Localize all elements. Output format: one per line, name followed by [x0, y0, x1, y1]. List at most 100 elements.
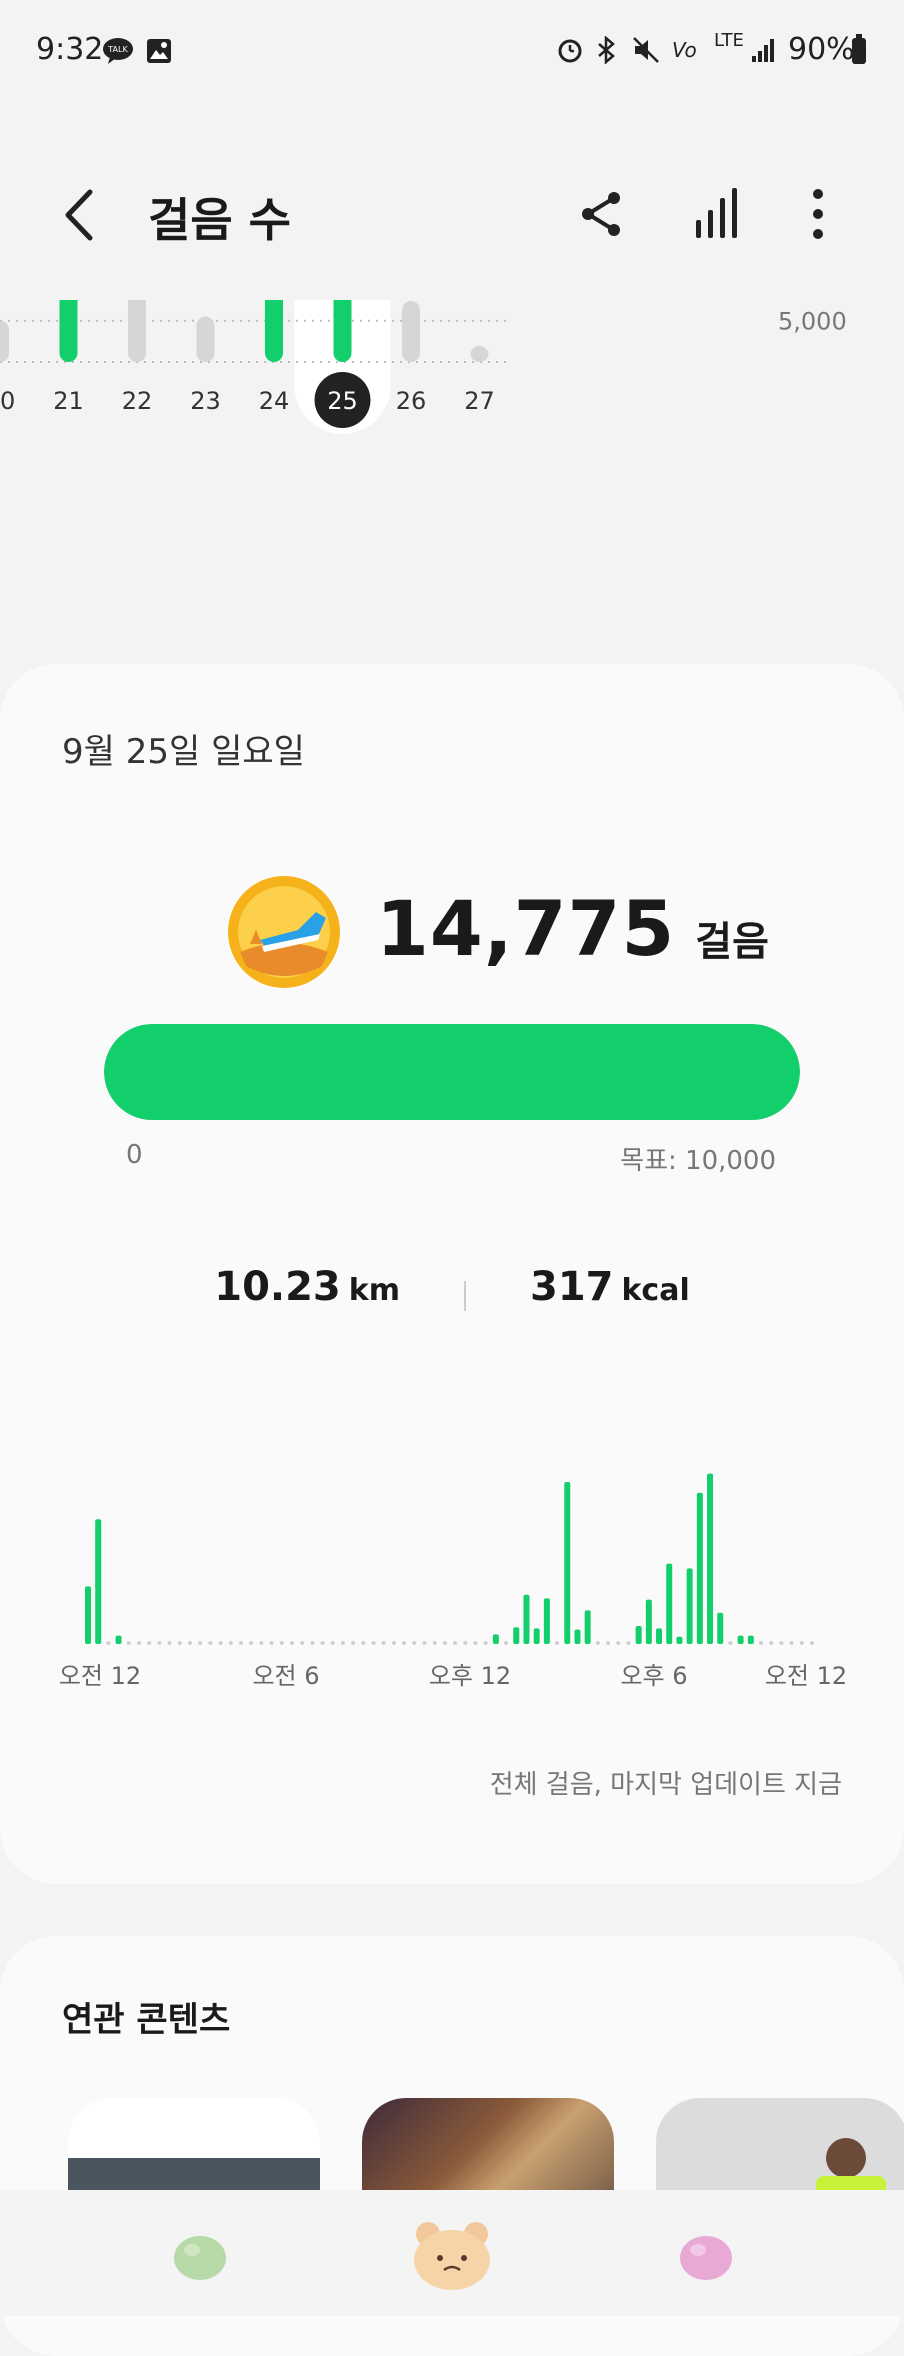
hour-bar	[543, 1598, 550, 1644]
hour-dot	[453, 1641, 458, 1645]
hour-dot	[483, 1641, 488, 1645]
hour-dot	[300, 1641, 305, 1645]
steps-count: 14,775	[376, 884, 676, 973]
battery-icon	[852, 34, 866, 64]
day-bar-22	[128, 300, 146, 362]
day-bar-25	[333, 300, 352, 362]
alarm-icon	[558, 39, 582, 63]
goal-progress-fill	[104, 1024, 800, 1120]
steps-unit: 걸음	[695, 919, 769, 965]
hour-dot	[432, 1641, 437, 1645]
hour-bar	[747, 1635, 754, 1644]
day-label-26: 26	[396, 387, 427, 415]
battery-percent: 90%	[788, 32, 855, 67]
hour-bar	[676, 1636, 683, 1644]
day-label-23: 23	[190, 387, 221, 415]
hour-dot	[595, 1641, 600, 1645]
hour-bar	[707, 1473, 714, 1644]
hour-dot	[361, 1641, 366, 1645]
hour-dot	[340, 1641, 345, 1645]
bar-stats-icon[interactable]	[690, 186, 746, 242]
green-bean-icon[interactable]	[170, 2226, 230, 2286]
metrics-row: 10.23 km 317 kcal	[0, 1264, 904, 1311]
hour-bar	[656, 1628, 663, 1644]
metrics-divider	[463, 1280, 466, 1311]
date-label: 9월 25일 일요일	[62, 732, 305, 772]
day-label-21: 21	[53, 387, 84, 415]
hour-tick-label: 오전 12	[59, 1662, 141, 1690]
day-bar-20	[0, 320, 9, 362]
day-bar-26	[402, 300, 420, 362]
hourly-steps-chart[interactable]: 오전 12 오전 6 오후 12 오후 6 오전 12	[0, 1444, 904, 1704]
hour-bar	[85, 1586, 91, 1644]
weekly-steps-chart[interactable]: 202122232425262710,0005,000	[0, 300, 904, 660]
update-note: 전체 걸음, 마지막 업데이트 지금	[489, 1770, 842, 1800]
hour-dot	[799, 1641, 804, 1645]
hour-dot	[810, 1641, 814, 1645]
pink-bean-icon[interactable]	[676, 2226, 736, 2286]
hour-tick-label: 오후 6	[620, 1662, 687, 1690]
day-label-27: 27	[464, 387, 495, 415]
hour-dot	[442, 1641, 447, 1645]
hour-dot	[504, 1641, 509, 1645]
hour-bar	[574, 1629, 581, 1644]
hour-dot	[391, 1641, 396, 1645]
hour-bar	[523, 1594, 530, 1644]
goal-progress-bar	[104, 1024, 800, 1120]
hour-dot	[136, 1641, 141, 1645]
page-title: 걸음 수	[148, 193, 291, 247]
day-label-25: 25	[327, 387, 358, 415]
more-vertical-icon[interactable]	[792, 186, 848, 242]
hour-bar	[686, 1568, 693, 1644]
hour-dot	[167, 1641, 172, 1645]
sneaker-medal-icon	[228, 876, 340, 988]
hour-bar	[737, 1635, 744, 1644]
hour-dot	[351, 1641, 356, 1645]
hour-bar	[645, 1599, 652, 1644]
person-figure	[826, 2138, 866, 2178]
ytick-5000: 5,000	[778, 308, 847, 336]
day-bar-23	[196, 316, 215, 362]
hour-dot	[259, 1641, 264, 1645]
bear-icon[interactable]	[412, 2218, 492, 2292]
hour-dot	[422, 1641, 427, 1645]
lte-icon: LTE	[714, 30, 744, 51]
share-icon[interactable]	[574, 186, 630, 242]
hour-dot	[779, 1641, 784, 1645]
hour-dot	[157, 1641, 162, 1645]
hour-dot	[381, 1641, 386, 1645]
hour-dot	[555, 1641, 560, 1645]
hour-bar	[666, 1563, 673, 1644]
hour-dot	[198, 1641, 203, 1645]
hour-dot	[616, 1641, 621, 1645]
day-bar-21	[59, 300, 78, 362]
back-arrow-icon[interactable]	[60, 188, 100, 242]
hour-dot	[177, 1641, 182, 1645]
calories-unit: kcal	[621, 1273, 690, 1308]
hour-bar	[584, 1610, 591, 1644]
related-title: 연관 콘텐츠	[62, 2000, 231, 2040]
hour-dot	[330, 1641, 335, 1645]
talk-icon: TALK	[103, 38, 133, 64]
distance-metric: 10.23 km	[214, 1264, 400, 1310]
calories-metric: 317 kcal	[530, 1264, 690, 1310]
hour-dot	[626, 1641, 631, 1645]
hour-dot	[208, 1641, 213, 1645]
hour-dot	[238, 1641, 243, 1645]
hour-dot	[249, 1641, 254, 1645]
hour-bar	[492, 1634, 499, 1644]
hour-dot	[728, 1641, 733, 1645]
hour-bar	[115, 1635, 122, 1644]
hour-dot	[463, 1641, 468, 1645]
hour-dot	[310, 1641, 315, 1645]
status-time: 9:32	[36, 32, 104, 67]
hour-dot	[126, 1641, 131, 1645]
hour-bar	[564, 1482, 571, 1644]
hour-dot	[279, 1641, 284, 1645]
signal-icon	[752, 39, 774, 62]
hour-dot	[147, 1641, 152, 1645]
hour-bar	[635, 1626, 642, 1644]
day-label-20: 20	[0, 387, 15, 415]
gallery-icon	[147, 39, 171, 63]
hour-dot	[606, 1641, 611, 1645]
